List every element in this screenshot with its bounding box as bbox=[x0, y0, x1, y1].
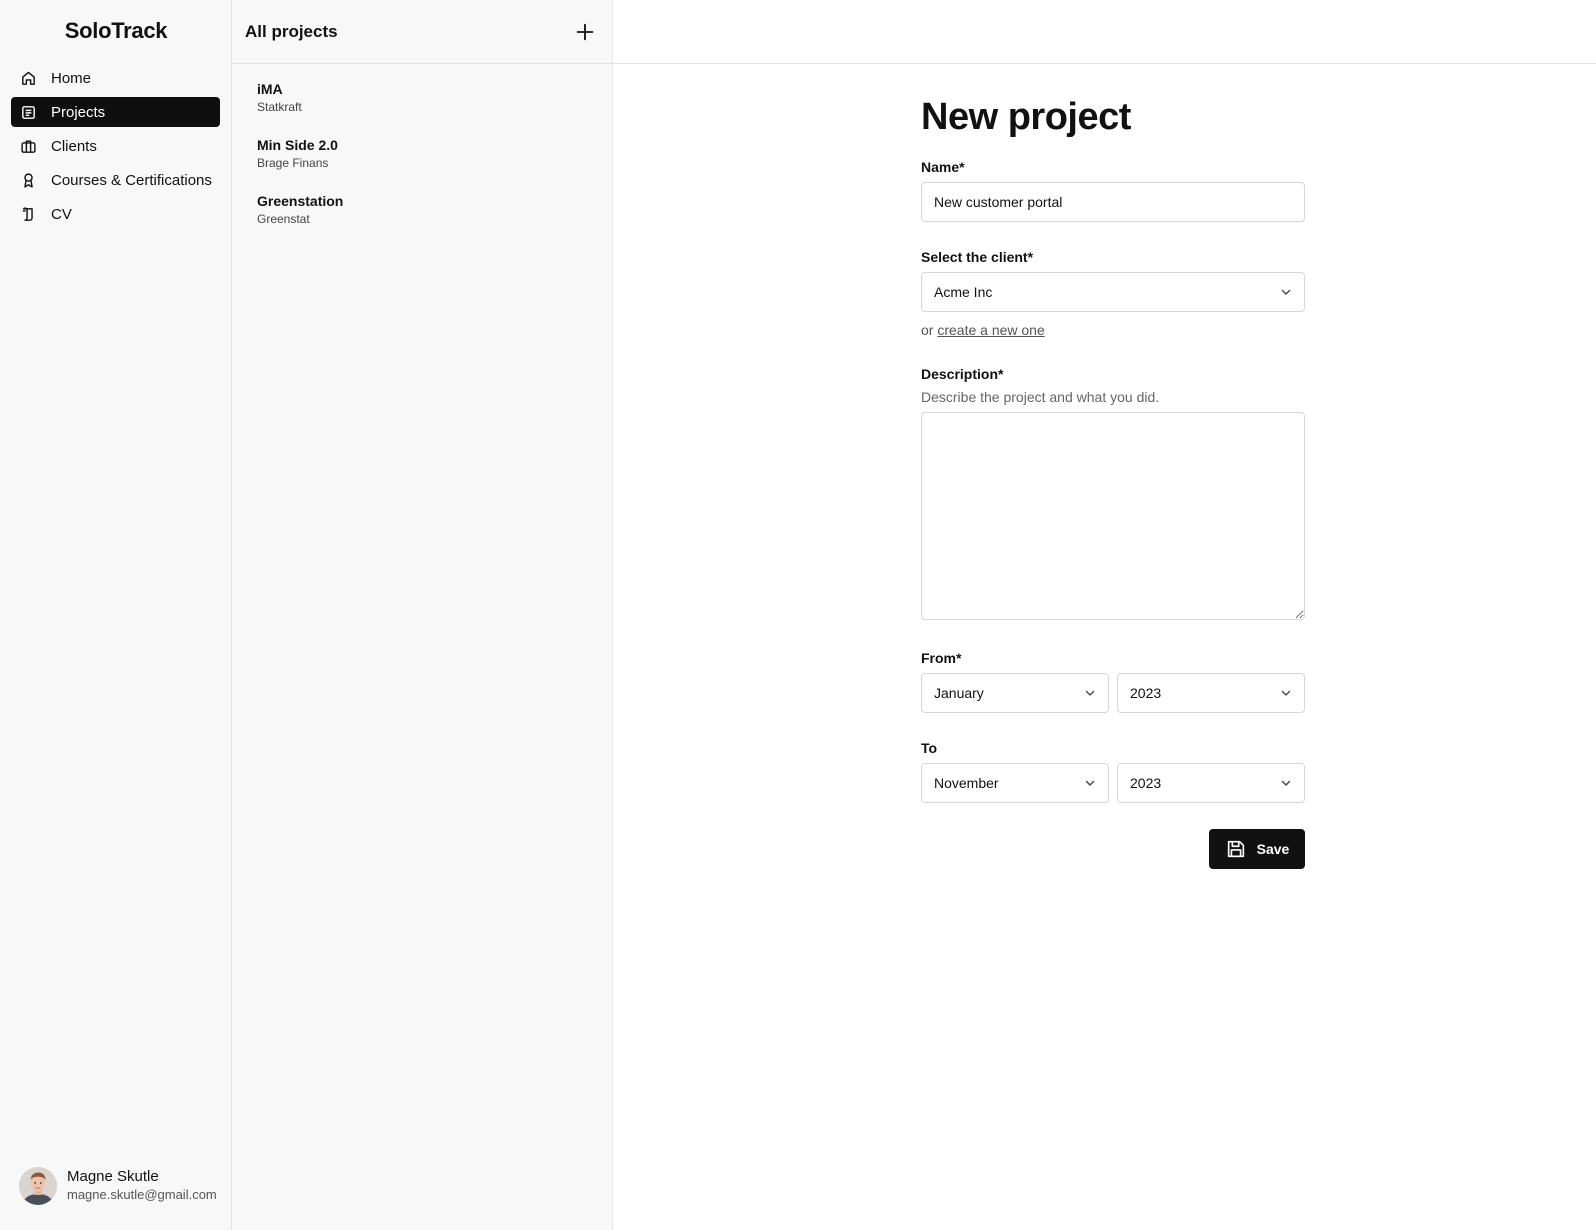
sidebar-nav: Home Projects Clients Courses & Certific… bbox=[11, 63, 220, 233]
to-label: To bbox=[921, 740, 938, 756]
main-content: New project Name* Select the client* Acm… bbox=[613, 0, 1596, 1230]
from-month-select[interactable]: January bbox=[921, 673, 1109, 713]
to-year-select[interactable]: 2023 bbox=[1117, 763, 1305, 803]
save-button[interactable]: Save bbox=[1209, 829, 1305, 869]
to-month-select[interactable]: November bbox=[921, 763, 1109, 803]
client-helper-prefix: or bbox=[921, 322, 938, 338]
project-list-title: All projects bbox=[245, 21, 338, 41]
list-item[interactable]: Min Side 2.0 Brage Finans bbox=[232, 137, 612, 193]
chevron-down-icon bbox=[1084, 777, 1096, 789]
project-list-header: All projects bbox=[232, 0, 612, 64]
add-project-button[interactable] bbox=[572, 19, 598, 45]
sidebar-item-label: Clients bbox=[51, 137, 97, 155]
user-name: Magne Skutle bbox=[67, 1168, 159, 1185]
sidebar-item-home[interactable]: Home bbox=[11, 63, 220, 93]
save-button-label: Save bbox=[1256, 841, 1290, 857]
plus-icon bbox=[576, 23, 594, 40]
briefcase-icon bbox=[19, 137, 37, 155]
top-bar bbox=[613, 0, 1596, 64]
description-label: Description* bbox=[921, 366, 1004, 382]
project-name: Greenstation bbox=[257, 193, 344, 209]
sidebar-item-label: CV bbox=[51, 205, 72, 223]
project-client: Brage Finans bbox=[257, 156, 329, 170]
description-field[interactable] bbox=[921, 412, 1305, 620]
user-profile[interactable]: Magne Skutle magne.skutle@gmail.com bbox=[19, 1167, 217, 1205]
sidebar-item-projects[interactable]: Projects bbox=[11, 97, 220, 127]
sidebar-item-label: Courses & Certifications bbox=[51, 171, 212, 189]
from-label: From* bbox=[921, 650, 962, 666]
client-helper: or create a new one bbox=[921, 321, 1305, 339]
list-item[interactable]: iMA Statkraft bbox=[232, 81, 612, 137]
from-year-value: 2023 bbox=[1130, 685, 1162, 701]
user-email: magne.skutle@gmail.com bbox=[67, 1187, 217, 1202]
chevron-down-icon bbox=[1084, 687, 1096, 699]
sidebar-item-clients[interactable]: Clients bbox=[11, 131, 220, 161]
chevron-down-icon bbox=[1280, 687, 1292, 699]
sidebar: SoloTrack Home Projects Clients Courses … bbox=[0, 0, 232, 1230]
list-item[interactable]: Greenstation Greenstat bbox=[232, 193, 612, 249]
new-project-form: New project Name* Select the client* Acm… bbox=[921, 94, 1305, 869]
form-actions: Save bbox=[921, 829, 1305, 869]
sidebar-item-cv[interactable]: CV bbox=[11, 199, 220, 229]
description-hint: Describe the project and what you did. bbox=[921, 389, 1160, 405]
sidebar-item-label: Home bbox=[51, 69, 92, 87]
home-icon bbox=[19, 69, 37, 87]
app-logo[interactable]: SoloTrack bbox=[0, 18, 232, 44]
save-icon bbox=[1225, 838, 1247, 860]
to-year-value: 2023 bbox=[1130, 775, 1162, 791]
sidebar-item-label: Projects bbox=[51, 103, 106, 121]
client-select-value: Acme Inc bbox=[934, 284, 993, 300]
client-select[interactable]: Acme Inc bbox=[921, 272, 1305, 312]
avatar bbox=[19, 1167, 57, 1205]
scroll-icon bbox=[19, 205, 37, 223]
from-month-value: January bbox=[934, 685, 984, 701]
project-name: iMA bbox=[257, 81, 283, 97]
project-client: Statkraft bbox=[257, 100, 302, 114]
chevron-down-icon bbox=[1280, 777, 1292, 789]
project-list-pane: All projects iMA Statkraft Min Side 2.0 … bbox=[232, 0, 613, 1230]
page-title: New project bbox=[921, 96, 1131, 138]
from-year-select[interactable]: 2023 bbox=[1117, 673, 1305, 713]
project-name: Min Side 2.0 bbox=[257, 137, 338, 153]
name-field[interactable] bbox=[921, 182, 1305, 222]
to-month-value: November bbox=[934, 775, 999, 791]
client-label: Select the client* bbox=[921, 249, 1034, 265]
project-client: Greenstat bbox=[257, 212, 310, 226]
sidebar-item-courses[interactable]: Courses & Certifications bbox=[11, 165, 220, 195]
projects-icon bbox=[19, 103, 37, 121]
create-client-link[interactable]: create a new one bbox=[937, 322, 1044, 338]
name-label: Name* bbox=[921, 159, 965, 175]
award-icon bbox=[19, 171, 37, 189]
project-list: iMA Statkraft Min Side 2.0 Brage Finans … bbox=[232, 64, 612, 249]
chevron-down-icon bbox=[1280, 286, 1292, 298]
